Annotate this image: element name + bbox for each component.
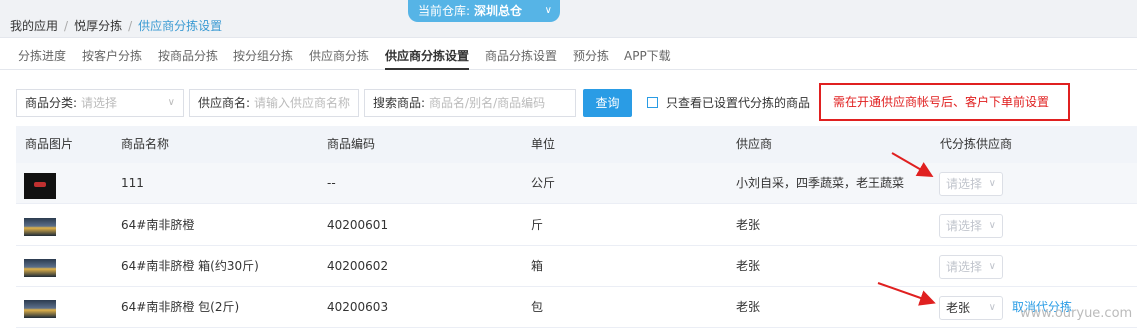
annotation-arrows	[877, 152, 936, 306]
arrow-icon	[877, 282, 936, 306]
arrow-icon	[891, 152, 934, 178]
watermark: www.ouryue.com	[1020, 306, 1133, 321]
